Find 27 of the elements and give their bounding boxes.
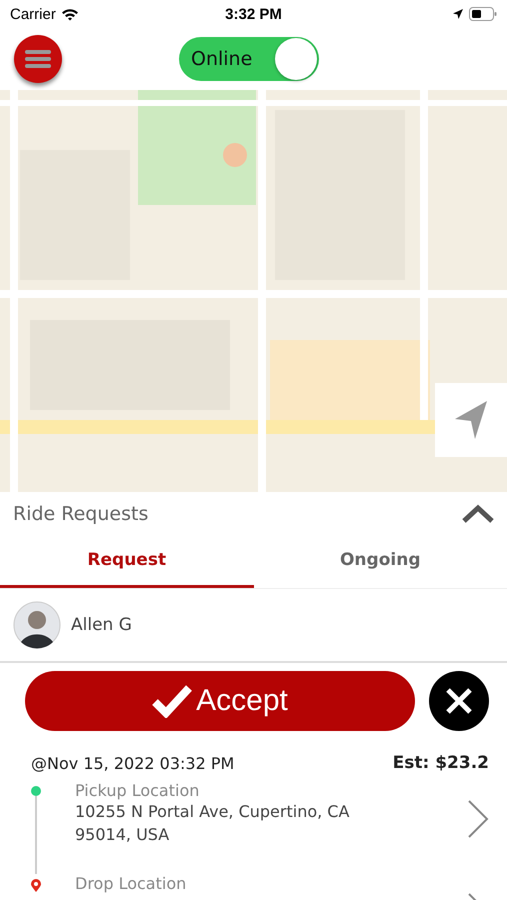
panel-title: Ride Requests: [13, 502, 148, 524]
chevron-right-icon[interactable]: [467, 799, 489, 839]
navigate-button[interactable]: [435, 383, 507, 457]
pickup-dot-icon: [31, 786, 41, 796]
wifi-icon: [60, 8, 79, 20]
battery-icon: [468, 7, 497, 21]
stop-address: 10255 N Portal Ave, Cupertino, CA 95014, USA: [75, 801, 350, 846]
tab[interactable]: Request: [0, 535, 254, 588]
avatar-icon: [13, 601, 61, 649]
accept-button[interactable]: Accept: [25, 671, 415, 731]
fare-estimate: Est: $23.2: [392, 753, 489, 773]
status-time: 3:32 PM: [225, 6, 282, 22]
stop-label: Pickup Location: [75, 781, 200, 800]
rider-name: Allen G: [71, 615, 132, 635]
navigation-arrow-icon: [453, 399, 489, 441]
chevron-up-icon[interactable]: [461, 504, 495, 524]
request-date: @Nov 15, 2022 03:32 PM: [31, 754, 234, 773]
menu-button[interactable]: [14, 35, 62, 83]
close-icon: [444, 686, 474, 716]
online-toggle[interactable]: Online: [179, 37, 319, 81]
carrier-label: Carrier: [10, 6, 56, 22]
stop-label: Drop Location: [75, 874, 188, 893]
menu-icon: [25, 49, 51, 69]
checkmark-icon: [152, 684, 192, 718]
location-arrow-icon: [452, 8, 464, 20]
drop-pin-icon: [31, 879, 41, 892]
tab[interactable]: Ongoing: [254, 535, 507, 588]
